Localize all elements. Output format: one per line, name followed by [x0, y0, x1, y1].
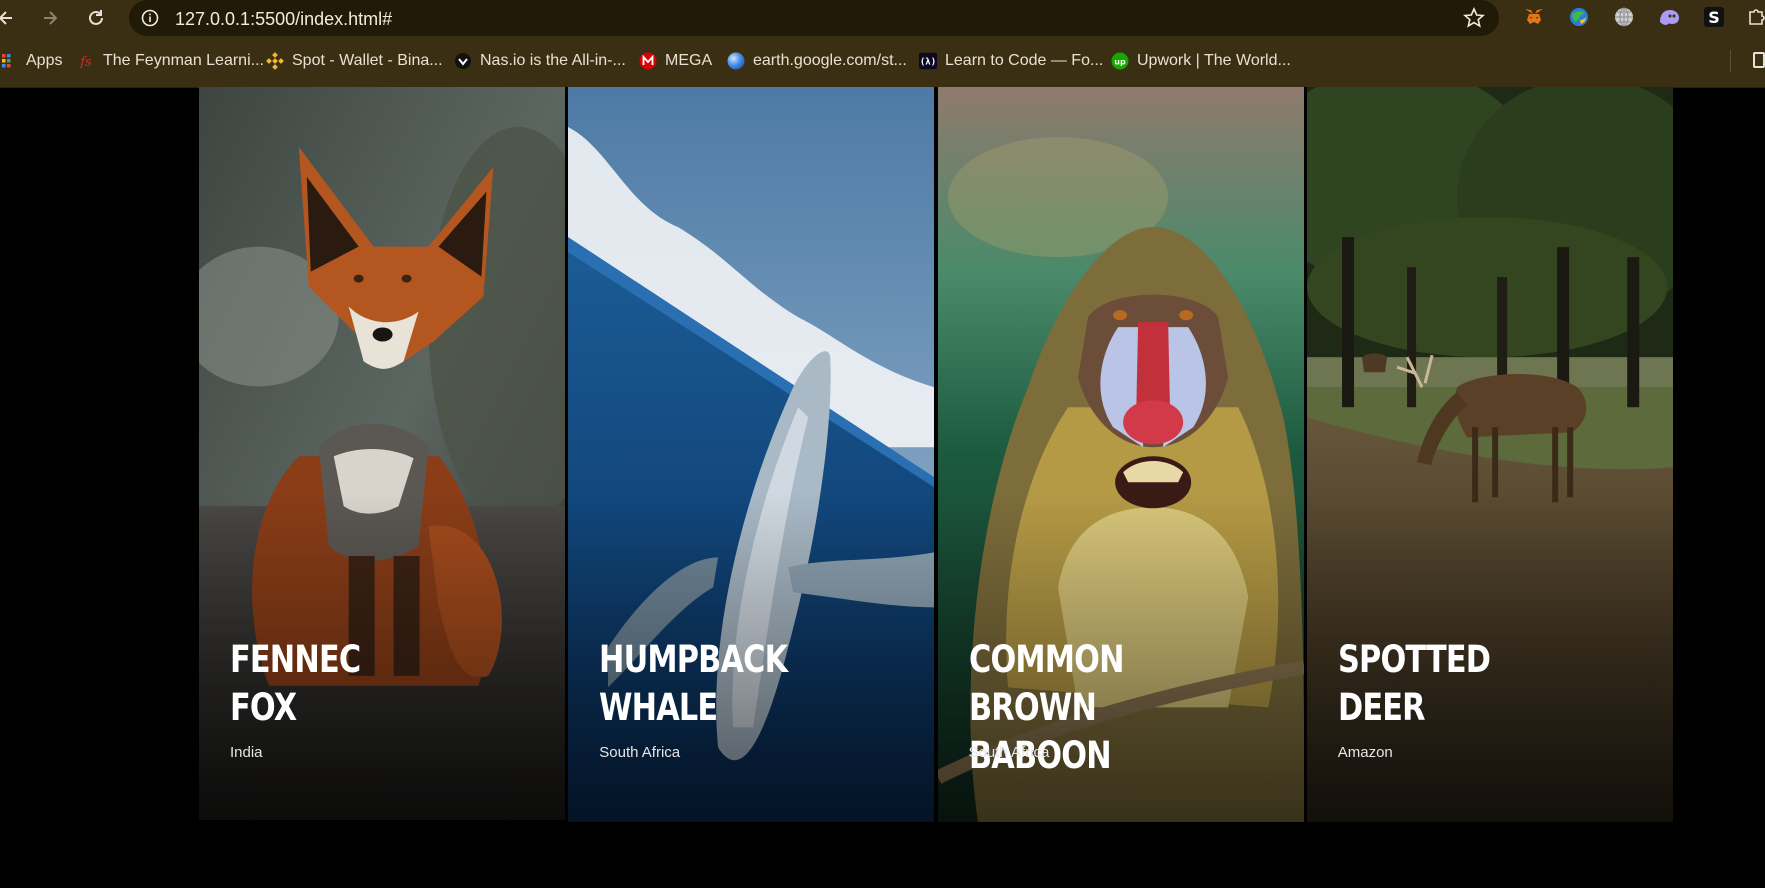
- card-title-line: SPOTTED: [1337, 638, 1491, 681]
- bookmark-label: Spot - Wallet - Bina...: [292, 52, 443, 69]
- animal-card-common-brown-baboon[interactable]: COMMON BROWN BABOON South Africa: [937, 87, 1304, 822]
- card-title: FENNEC FOX: [230, 636, 476, 732]
- fs-logo-icon: fs: [77, 52, 95, 70]
- freecodecamp-icon: (λ): [919, 52, 937, 70]
- browser-toolbar: 127.0.0.1:5500/index.html# S: [0, 0, 1765, 36]
- back-arrow-icon: [0, 11, 12, 25]
- extension-globe-color-icon[interactable]: [1567, 5, 1591, 29]
- forward-button[interactable]: [36, 4, 64, 32]
- upwork-icon: up: [1111, 52, 1129, 70]
- card-location: South Africa: [599, 744, 681, 761]
- metamask-icon[interactable]: [1522, 5, 1546, 29]
- bookmark-binance[interactable]: Spot - Wallet - Bina...: [266, 50, 443, 72]
- bookmark-label: Apps: [26, 52, 63, 69]
- svg-text:up: up: [1114, 58, 1126, 67]
- bookmark-label: Learn to Code — Fo...: [945, 52, 1104, 69]
- card-title: SPOTTED DEER: [1338, 636, 1584, 732]
- site-info-icon[interactable]: [141, 9, 159, 27]
- mega-icon: [639, 52, 657, 70]
- bookmark-mega[interactable]: MEGA: [639, 50, 712, 72]
- animal-card-spotted-deer[interactable]: SPOTTED DEER Amazon: [1306, 87, 1673, 822]
- animal-card-fennec-fox[interactable]: FENNEC FOX India: [199, 87, 566, 822]
- animal-gallery: FENNEC FOX India HUMPBACK WHALE South Af…: [199, 87, 1673, 822]
- bookmark-upwork[interactable]: up Upwork | The World...: [1111, 50, 1291, 72]
- svg-text:(λ): (λ): [920, 58, 936, 68]
- reload-button[interactable]: [82, 4, 110, 32]
- card-title-line: FOX: [230, 686, 297, 729]
- animal-card-humpback-whale[interactable]: HUMPBACK WHALE South Africa: [568, 87, 935, 822]
- google-earth-icon: [727, 52, 745, 70]
- binance-icon: [266, 52, 284, 70]
- bookmark-label: earth.google.com/st...: [753, 52, 907, 69]
- card-title-line: HUMPBACK: [599, 638, 788, 681]
- bookmark-star-icon[interactable]: [1463, 7, 1485, 29]
- nasio-icon: [454, 52, 472, 70]
- s-extension-icon[interactable]: S: [1702, 5, 1726, 29]
- bookmarks-divider: [1730, 50, 1731, 72]
- card-location: South Africa: [968, 744, 1050, 761]
- card-title-line: DEER: [1337, 686, 1426, 729]
- svg-text:fs: fs: [79, 55, 92, 70]
- bookmarks-bar: Apps fs The Feynman Learni... Spot - Wal…: [0, 36, 1765, 88]
- card-title-line: COMMON BROWN: [968, 638, 1125, 729]
- other-bookmarks-folder-icon[interactable]: [1753, 52, 1765, 68]
- card-title-line: FENNEC: [230, 638, 361, 681]
- reload-icon: [89, 10, 103, 25]
- bookmark-apps[interactable]: Apps: [0, 50, 62, 72]
- bookmark-label: Upwork | The World...: [1137, 52, 1291, 69]
- bookmark-freecodecamp[interactable]: (λ) Learn to Code — Fo...: [919, 50, 1103, 72]
- svg-text:S: S: [1708, 8, 1720, 27]
- card-location: Amazon: [1337, 744, 1393, 761]
- forward-arrow-icon: [44, 11, 58, 25]
- card-title: HUMPBACK WHALE: [599, 636, 845, 732]
- globe-icon[interactable]: [1612, 5, 1636, 29]
- card-location: India: [230, 744, 263, 761]
- bookmark-google-earth[interactable]: earth.google.com/st...: [727, 50, 907, 72]
- card-title-line: WHALE: [599, 686, 718, 729]
- ghost-extension-icon[interactable]: [1657, 5, 1681, 29]
- url-text[interactable]: 127.0.0.1:5500/index.html#: [175, 9, 392, 30]
- bookmark-nasio[interactable]: Nas.io is the All-in-...: [454, 50, 626, 72]
- extensions-puzzle-icon[interactable]: [1745, 5, 1765, 29]
- address-bar[interactable]: 127.0.0.1:5500/index.html#: [129, 0, 1499, 36]
- bookmark-label: MEGA: [665, 52, 713, 69]
- bookmark-feynman[interactable]: fs The Feynman Learni...: [77, 50, 264, 72]
- bookmark-label: Nas.io is the All-in-...: [480, 52, 626, 69]
- back-button[interactable]: [0, 4, 20, 32]
- apps-grid-icon: [0, 52, 18, 70]
- bookmark-label: The Feynman Learni...: [103, 52, 264, 69]
